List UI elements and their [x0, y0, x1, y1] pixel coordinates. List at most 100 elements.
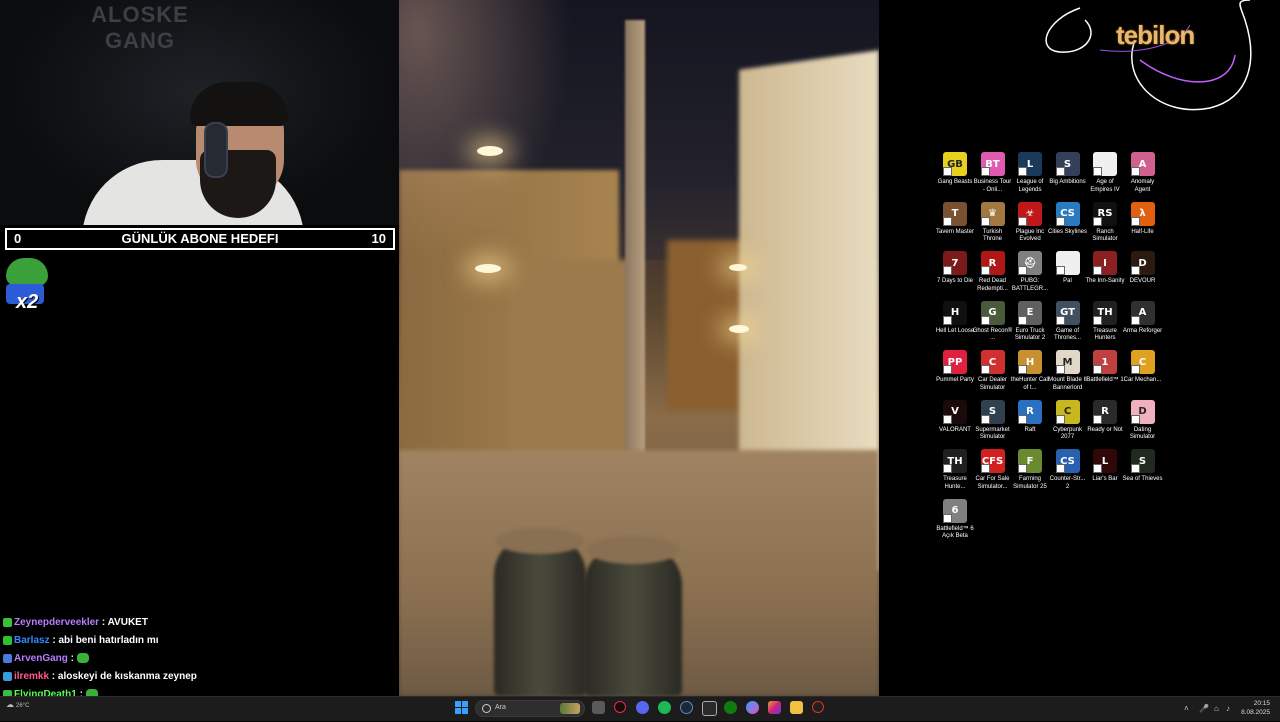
barrel-right [584, 545, 682, 696]
desktop-shortcut[interactable]: S Supermarket Simulator [973, 399, 1013, 442]
microphone-icon[interactable]: 🎤 [1199, 705, 1209, 713]
desktop-shortcut[interactable]: PP Pummel Party [935, 350, 975, 385]
chat-username[interactable]: ArvenGang [14, 653, 68, 664]
search-highlight-image [560, 703, 580, 714]
desktop-shortcut[interactable]: 1 Battlefield™ 1 [1085, 350, 1125, 385]
desktop-shortcut[interactable]: TH Treasure Hunters [1085, 300, 1125, 343]
webcam-feed: ALOSKE GANG [0, 0, 399, 225]
desktop-shortcut[interactable]: TH Treasure Hunte... [935, 449, 975, 491]
chat-username[interactable]: ilremkk [14, 671, 49, 682]
thehunter-icon: H [1018, 350, 1042, 374]
desktop-shortcut[interactable]: HtheHunter Call of t... [1010, 350, 1050, 392]
headset [204, 122, 228, 178]
desktop-shortcut[interactable]: M Mount Blade II Bannerlord [1048, 350, 1088, 392]
spotify-icon[interactable] [658, 701, 671, 714]
start-button[interactable] [455, 701, 468, 714]
desktop-shortcut[interactable]: S Sea of Thieves [1123, 449, 1163, 484]
desktop-shortcut[interactable]: GT Game of Thrones... [1048, 300, 1088, 343]
steam-icon[interactable] [680, 701, 693, 714]
search-box[interactable]: Ara [475, 700, 585, 717]
arma-reforger-icon: A [1130, 300, 1155, 325]
desktop-shortcut[interactable]: ⛑ PUBG: BATTLEGR... [1010, 251, 1050, 293]
chevron-up-icon[interactable]: ˄ [1184, 705, 1192, 713]
multiplier-badge: x2 [16, 291, 39, 313]
desktop-shortcut[interactable]: GB Gang Beasts [935, 152, 975, 187]
shortcut-arrow-icon [943, 513, 952, 523]
task-view-icon[interactable] [592, 701, 605, 714]
desktop-shortcut[interactable]: ☣ Plague Inc Evolved [1010, 201, 1050, 244]
instagram-icon[interactable] [768, 701, 781, 714]
desktop-shortcut[interactable]: R Raft [1010, 399, 1050, 435]
desktop-shortcut-label: Treasure Hunters [1093, 327, 1117, 342]
pummel-party-icon: PP [943, 350, 967, 374]
desktop-shortcut[interactable]: A Anomaly Agent [1123, 152, 1163, 194]
desktop-shortcut[interactable]: F Farming Simulator 25 [1010, 449, 1050, 491]
weather-widget[interactable]: ☁ 26°C [6, 700, 30, 716]
desktop-shortcut[interactable]: CS Cities Skylines [1048, 201, 1088, 237]
media-app-icon[interactable] [812, 701, 824, 713]
shortcut-arrow-icon [1055, 266, 1065, 275]
clock[interactable]: 20:15 8.08.2025 [1234, 699, 1270, 717]
desktop-shortcut[interactable]: L League of Legends [1010, 152, 1050, 194]
clock-time: 20:15 [1253, 700, 1270, 707]
chat-text: AVUKET [107, 617, 148, 628]
desktop-shortcut[interactable]: RS Ranch Simulator [1085, 201, 1125, 244]
desktop-shortcut[interactable]: D DEVOUR [1123, 251, 1163, 286]
file-explorer-icon[interactable] [790, 701, 803, 714]
desktop-shortcut[interactable]: ♛ Turkish Throne [973, 201, 1013, 244]
chat-username[interactable]: Zeynepderveekler [14, 617, 99, 628]
volume-icon[interactable]: ♪ [1226, 705, 1234, 713]
xbox-icon[interactable] [724, 701, 737, 714]
shortcut-arrow-icon [1093, 464, 1102, 473]
shortcut-arrow-icon [943, 464, 952, 473]
desktop-shortcut[interactable]: R Red Dead Redempti... [973, 251, 1013, 293]
desktop-shortcut[interactable]: E Euro Truck Simulator 2 [1010, 300, 1050, 343]
desktop-shortcut[interactable]: T Tavern Master [935, 201, 975, 237]
desktop-shortcut[interactable]: C Car Dealer Simulator [973, 350, 1013, 392]
desktop-shortcut-label: Gang Beasts [937, 179, 973, 185]
desktop-shortcut[interactable]: Pal [1048, 251, 1088, 286]
desktop-shortcut[interactable]: BT Business Tour - Onli... [973, 152, 1013, 194]
desktop-shortcut[interactable]: G Ghost Recon® ... [973, 300, 1013, 343]
search-icon [482, 704, 491, 713]
opera-gx-icon[interactable] [614, 701, 626, 713]
street-lamp-4 [729, 325, 749, 333]
desktop-shortcut-label: Cyberpunk 2077 [1052, 426, 1082, 441]
desktop-shortcut[interactable]: CS Counter-Str... 2 [1048, 449, 1088, 491]
euro-truck-icon: E [1018, 300, 1042, 325]
desktop-shortcut[interactable]: λ Half-Life [1123, 201, 1163, 237]
desktop-shortcut[interactable]: 6 Battlefield™ 6 Açık Beta [935, 498, 975, 541]
epic-games-icon[interactable] [702, 701, 717, 716]
desktop-shortcut[interactable]: V VALORANT [935, 399, 975, 435]
desktop-shortcut[interactable]: R Ready or Not [1085, 399, 1125, 435]
desktop-shortcut[interactable]: H Hell Let Loose [935, 300, 975, 336]
barrel-left-top [496, 528, 584, 554]
desktop-shortcut-label: DEVOUR [1129, 278, 1156, 284]
desktop-shortcut[interactable]: D Dating Simulator [1123, 399, 1163, 442]
desktop-shortcut-label: Red Dead Redempti... [977, 278, 1008, 292]
desktop-shortcut-label: Game of Thrones... [1053, 327, 1081, 342]
chat-emote-icon [76, 653, 89, 664]
desktop-shortcut[interactable]: 7 7 Days to Die [935, 251, 975, 286]
desktop-shortcut-label: Supermarket Simulator [975, 426, 1010, 441]
shortcut-arrow-icon [980, 464, 990, 473]
copilot-icon[interactable] [746, 701, 759, 714]
shortcut-arrow-icon [1018, 167, 1027, 176]
desktop-shortcut[interactable]: C Cyberpunk 2077 [1048, 399, 1088, 442]
wifi-icon[interactable]: ⌂ [1214, 705, 1222, 713]
logo-text: tebilon [1116, 20, 1195, 50]
discord-icon[interactable] [636, 701, 649, 714]
desktop-shortcut[interactable]: A Arma Reforger [1123, 300, 1163, 336]
desktop-shortcut[interactable]: C Car Mechan... [1123, 350, 1163, 385]
desktop-shortcut-label: VALORANT [939, 426, 971, 433]
desktop-shortcut[interactable]: CFS Car For Sale Simulator... [973, 449, 1013, 491]
desktop-shortcut[interactable]: I The Inn-Sanity [1085, 251, 1125, 286]
desktop-shortcut-label: Euro Truck Simulator 2 [1014, 327, 1046, 342]
game-view[interactable] [399, 0, 879, 696]
desktop-shortcut[interactable]: L Liar's Bar [1085, 449, 1125, 484]
shortcut-arrow-icon [1130, 167, 1140, 176]
chat-username[interactable]: Barlasz [14, 635, 50, 646]
shortcut-arrow-icon [1055, 464, 1065, 473]
desktop-shortcut[interactable]: Age of Empires IV [1085, 152, 1125, 194]
desktop-shortcut[interactable]: S Big Ambitions [1048, 152, 1088, 187]
